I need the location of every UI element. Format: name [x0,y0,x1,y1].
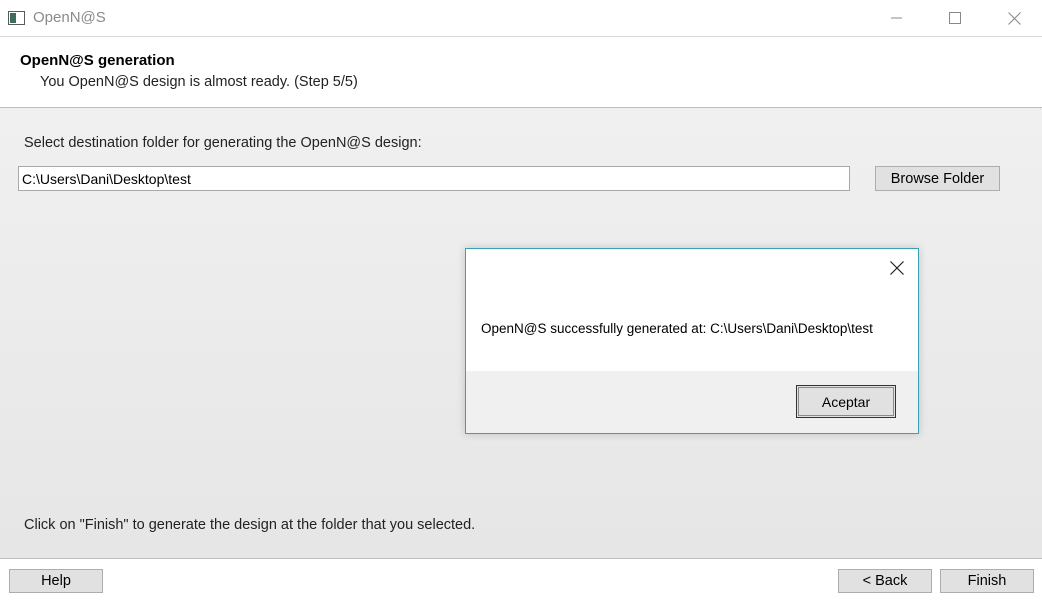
finish-button[interactable]: Finish [940,569,1034,593]
wizard-title: OpenN@S generation [20,52,175,69]
maximize-button[interactable] [932,0,978,36]
maximize-icon [949,12,961,24]
dialog-close-button[interactable] [886,257,908,279]
app-window-icon [8,11,25,25]
app-window: OpenN@S OpenN@S generation You OpenN@S d… [0,0,1042,601]
minimize-icon [891,17,902,19]
close-icon [1007,11,1021,25]
minimize-button[interactable] [874,0,920,36]
close-icon [890,261,904,275]
help-button[interactable]: Help [9,569,103,593]
dialog-message: OpenN@S successfully generated at: C:\Us… [481,321,873,336]
dialog-button-bar: Aceptar [466,371,918,433]
back-button[interactable]: < Back [838,569,932,593]
window-title: OpenN@S [33,9,106,26]
title-bar: OpenN@S [0,0,1042,37]
destination-label: Select destination folder for generating… [24,135,422,151]
browse-folder-button[interactable]: Browse Folder [875,166,1000,191]
destination-path-input[interactable] [18,166,850,191]
finish-hint-text: Click on "Finish" to generate the design… [24,517,476,533]
wizard-header: OpenN@S generation You OpenN@S design is… [0,37,1042,108]
close-window-button[interactable] [991,0,1037,36]
wizard-footer: Help < Back Finish [0,558,1042,601]
success-dialog: OpenN@S successfully generated at: C:\Us… [465,248,919,434]
accept-button[interactable]: Aceptar [796,385,896,418]
wizard-subtitle: You OpenN@S design is almost ready. (Ste… [40,74,358,90]
